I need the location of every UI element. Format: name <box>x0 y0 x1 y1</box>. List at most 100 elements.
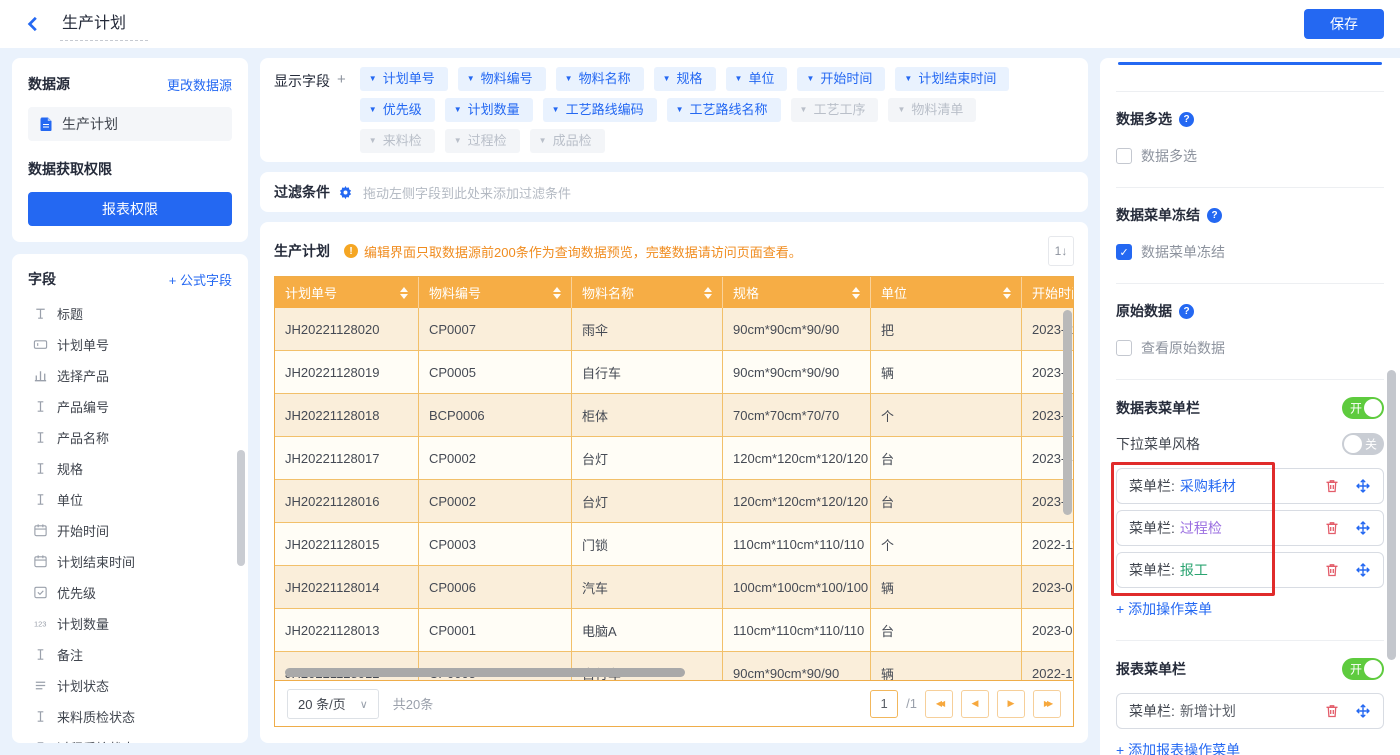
table-header-cell[interactable]: 物料名称 <box>572 277 723 308</box>
field-item[interactable]: 产品名称 <box>28 422 232 453</box>
field-item[interactable]: 规格 <box>28 453 232 484</box>
table-menu-items: 菜单栏: 采购耗材 菜单栏: 过程检 <box>1116 468 1384 588</box>
table-header-cell[interactable]: 物料编号 <box>419 277 572 308</box>
page-input[interactable]: 1 <box>870 690 898 718</box>
field-tag[interactable]: 工艺路线名称 <box>667 98 781 122</box>
document-icon <box>38 116 54 132</box>
vertical-scrollbar[interactable] <box>1063 310 1072 515</box>
sort-carets-icon[interactable] <box>846 287 860 299</box>
report-permission-button[interactable]: 报表权限 <box>28 192 232 226</box>
checkbox-label: 查看原始数据 <box>1141 338 1225 358</box>
column-label: 规格 <box>733 283 759 302</box>
change-datasource-link[interactable]: 更改数据源 <box>167 75 232 94</box>
table-header-cell[interactable]: 单位 <box>871 277 1022 308</box>
sort-order-button[interactable]: 1↓ <box>1048 236 1074 266</box>
trash-icon[interactable] <box>1324 478 1340 494</box>
field-tag-disabled[interactable]: 过程检 <box>445 129 520 153</box>
add-display-field-button[interactable]: + <box>337 71 346 91</box>
field-item[interactable]: 过程质检状态 <box>28 732 232 743</box>
sort-carets-icon[interactable] <box>698 287 712 299</box>
horizontal-scrollbar[interactable] <box>285 668 685 677</box>
sort-carets-icon[interactable] <box>547 287 561 299</box>
next-page-button[interactable] <box>997 690 1025 718</box>
field-tag[interactable]: 工艺路线编码 <box>543 98 657 122</box>
table-cell: JH20221128016 <box>275 480 419 523</box>
menu-item-prefix: 菜单栏: <box>1129 560 1175 580</box>
section-multi-select: 数据多选 数据多选 <box>1116 91 1384 187</box>
field-item[interactable]: 计划单号 <box>28 329 232 360</box>
field-tag[interactable]: 物料编号 <box>458 67 546 91</box>
sort-carets-icon[interactable] <box>997 287 1011 299</box>
prev-page-button[interactable] <box>961 690 989 718</box>
last-page-button[interactable] <box>1033 690 1061 718</box>
table-menu-toggle[interactable]: 开 <box>1342 397 1384 419</box>
field-item[interactable]: 优先级 <box>28 577 232 608</box>
first-page-button[interactable] <box>925 690 953 718</box>
move-icon[interactable] <box>1355 478 1371 494</box>
trash-icon[interactable] <box>1324 562 1340 578</box>
field-tag[interactable]: 计划单号 <box>360 67 448 91</box>
table-cell: 辆 <box>871 566 1022 609</box>
field-item[interactable]: 选择产品 <box>28 360 232 391</box>
settings-scrollbar[interactable] <box>1387 370 1396 660</box>
trash-icon[interactable] <box>1324 520 1340 536</box>
field-item[interactable]: 计划数量 <box>28 608 232 639</box>
help-icon[interactable] <box>1179 304 1194 319</box>
field-tag[interactable]: 规格 <box>654 67 716 91</box>
caret-down-icon <box>454 97 468 123</box>
field-item[interactable]: 来料质检状态 <box>28 701 232 732</box>
toggle-label: 开 <box>1350 661 1362 678</box>
table-header-cell[interactable]: 规格 <box>723 277 871 308</box>
raw-data-checkbox[interactable] <box>1116 340 1132 356</box>
field-tag[interactable]: 物料名称 <box>556 67 644 91</box>
table-cell: 2022-10 <box>1022 652 1073 680</box>
back-icon[interactable] <box>24 13 46 35</box>
field-tag-disabled[interactable]: 工艺工序 <box>791 98 879 122</box>
save-button[interactable]: 保存 <box>1304 9 1384 39</box>
dropdown-style-toggle[interactable]: 关 <box>1342 433 1384 455</box>
field-tag-disabled[interactable]: 成品检 <box>530 129 605 153</box>
multi-select-checkbox[interactable] <box>1116 148 1132 164</box>
menu-item-label[interactable]: 采购耗材 <box>1180 476 1236 496</box>
field-item[interactable]: 单位 <box>28 484 232 515</box>
sort-carets-icon[interactable] <box>394 287 408 299</box>
fields-scrollbar[interactable] <box>237 450 245 566</box>
move-icon[interactable] <box>1355 562 1371 578</box>
table-cell: CP0003 <box>419 523 572 566</box>
move-icon[interactable] <box>1355 703 1371 719</box>
field-tag[interactable]: 计划结束时间 <box>895 67 1009 91</box>
field-item[interactable]: 标题 <box>28 298 232 329</box>
menu-freeze-checkbox[interactable] <box>1116 244 1132 260</box>
field-item[interactable]: 开始时间 <box>28 515 232 546</box>
field-tag[interactable]: 单位 <box>726 67 788 91</box>
field-item[interactable]: 计划结束时间 <box>28 546 232 577</box>
help-icon[interactable] <box>1179 112 1194 127</box>
gear-icon[interactable] <box>338 185 353 200</box>
table-row: JH20221128015 CP0003 门锁 110cm*110cm*110/… <box>275 523 1073 566</box>
move-icon[interactable] <box>1355 520 1371 536</box>
text-icon <box>33 709 48 724</box>
field-item[interactable]: 备注 <box>28 639 232 670</box>
trash-icon[interactable] <box>1324 703 1340 719</box>
field-item[interactable]: 产品编号 <box>28 391 232 422</box>
menu-item-label[interactable]: 报工 <box>1180 560 1208 580</box>
menu-item-label[interactable]: 新增计划 <box>1180 701 1236 721</box>
add-action-menu-link[interactable]: + 添加操作菜单 <box>1116 599 1212 619</box>
filter-label: 过滤条件 <box>274 182 330 202</box>
page-size-select[interactable]: 20 条/页 <box>287 689 379 719</box>
field-tag[interactable]: 开始时间 <box>797 67 885 91</box>
field-tag-disabled[interactable]: 来料检 <box>360 129 435 153</box>
field-tag-disabled[interactable]: 物料清单 <box>888 98 976 122</box>
formula-field-link[interactable]: + 公式字段 <box>169 270 232 289</box>
menu-item-label[interactable]: 过程检 <box>1180 518 1222 538</box>
field-tag[interactable]: 计划数量 <box>445 98 533 122</box>
checkbox-label: 数据菜单冻结 <box>1141 242 1225 262</box>
add-report-menu-link[interactable]: + 添加报表操作菜单 <box>1116 740 1240 755</box>
datasource-item[interactable]: 生产计划 <box>28 107 232 141</box>
table-header-cell[interactable]: 开始时间 <box>1022 277 1073 308</box>
help-icon[interactable] <box>1207 208 1222 223</box>
field-item[interactable]: 计划状态 <box>28 670 232 701</box>
report-menu-toggle[interactable]: 开 <box>1342 658 1384 680</box>
table-header-cell[interactable]: 计划单号 <box>275 277 419 308</box>
field-tag[interactable]: 优先级 <box>360 98 435 122</box>
